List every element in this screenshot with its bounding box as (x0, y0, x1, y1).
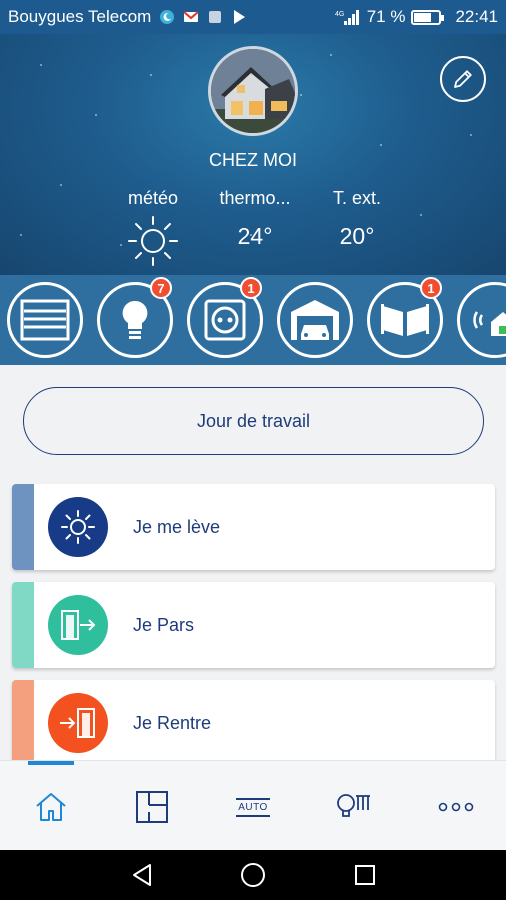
app-notification-icon (209, 11, 222, 23)
stat-label: T. ext. (332, 188, 381, 208)
nav-floorplan[interactable] (132, 789, 172, 825)
recent-apps-button[interactable] (350, 862, 380, 888)
status-bar: Bouygues Telecom 4G 71 % 22:41 (0, 0, 506, 34)
device-lights[interactable]: 7 (97, 277, 173, 358)
card-accent (12, 582, 34, 668)
nav-more[interactable] (436, 789, 476, 825)
door-enter-icon (60, 708, 95, 738)
active-tab-indicator (28, 761, 74, 765)
device-home-connect[interactable] (457, 282, 506, 358)
nav-home[interactable] (31, 789, 71, 825)
floorplan-icon (136, 791, 168, 823)
nav-lighting[interactable] (335, 789, 375, 825)
device-badge: 7 (150, 277, 172, 299)
nav-auto[interactable]: AUTO (233, 789, 273, 825)
card-accent (12, 484, 34, 570)
battery-percent: 71 % (366, 7, 406, 26)
clock: 22:41 (455, 7, 498, 26)
home-system-button[interactable] (238, 862, 268, 888)
auto-line-top (236, 797, 270, 800)
auto-line-bottom (236, 814, 270, 817)
stat-value: 24° (237, 223, 273, 249)
device-garage[interactable] (277, 282, 353, 358)
stat-outside-temp[interactable]: T. ext. 20° (307, 188, 407, 250)
home-header: CHEZ MOI météo thermo... 24° T. ext. 20° (0, 34, 506, 275)
plug-icon (204, 299, 246, 341)
battery-icon (411, 9, 445, 25)
bulb-icon (122, 300, 148, 339)
pencil-icon (454, 70, 472, 88)
play-store-notification-icon (234, 10, 246, 24)
back-button[interactable] (127, 862, 157, 888)
moon-notification-icon (160, 10, 175, 24)
card-icon-circle (48, 595, 108, 655)
sun-icon (128, 216, 178, 266)
gmail-notification-icon (183, 11, 199, 22)
card-icon-circle (48, 693, 108, 753)
scenario-card-leave[interactable]: Je Pars (12, 582, 495, 668)
card-accent (12, 680, 34, 766)
stat-label: thermo... (219, 188, 291, 208)
back-triangle-icon (133, 864, 151, 886)
device-gate[interactable]: 1 (367, 277, 443, 358)
scenario-card-wake-up[interactable]: Je me lève (12, 484, 495, 570)
gate-icon (381, 304, 429, 336)
card-label: Je Pars (133, 615, 195, 635)
stat-weather[interactable]: météo (103, 188, 203, 275)
door-exit-icon (61, 610, 96, 640)
carrier-name: Bouygues Telecom (8, 7, 152, 26)
home-icon (36, 793, 66, 821)
recents-square-icon (355, 865, 375, 885)
stat-value: 20° (339, 223, 375, 249)
card-label: Je me lève (133, 517, 221, 537)
device-badge: 1 (240, 277, 262, 299)
shutter-icon (20, 299, 70, 341)
signal-icon: 4G (335, 10, 359, 25)
house-photo (211, 49, 295, 133)
device-strip[interactable]: 7 1 1 (0, 275, 506, 365)
device-badge: 1 (420, 277, 442, 299)
stat-label: météo (127, 188, 179, 208)
card-icon-circle (48, 497, 108, 557)
lamp-icon (337, 794, 370, 817)
home-title: CHEZ MOI (209, 150, 297, 170)
home-circle-icon (241, 863, 265, 887)
more-icon (438, 802, 474, 812)
bottom-navigation: AUTO (0, 760, 506, 850)
home-connect-icon (473, 311, 506, 336)
card-label: Je Rentre (133, 713, 212, 733)
scenario-card-return[interactable]: Je Rentre (12, 680, 495, 766)
svg-text:4G: 4G (335, 11, 344, 18)
stat-thermostat[interactable]: thermo... 24° (205, 188, 305, 250)
sun-icon (61, 510, 95, 544)
edit-button[interactable] (440, 56, 486, 102)
device-shutter[interactable] (7, 282, 83, 358)
device-plugs[interactable]: 1 (187, 277, 263, 358)
garage-icon (291, 300, 339, 340)
home-avatar[interactable] (208, 46, 298, 136)
auto-icon: AUTO (238, 801, 268, 813)
scenario-selector-button[interactable]: Jour de travail (23, 387, 484, 455)
system-navigation-bar (0, 850, 506, 900)
